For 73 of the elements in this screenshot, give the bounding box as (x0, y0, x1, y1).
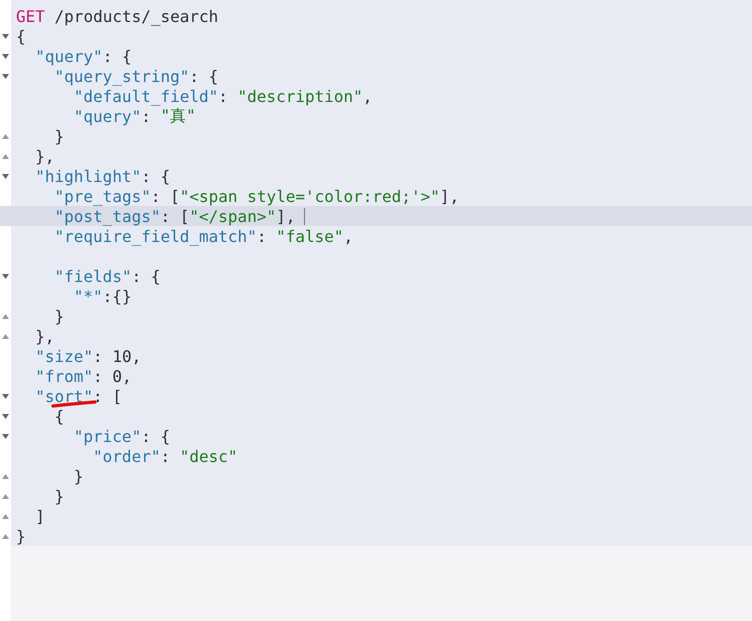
json-punctuation: : { (141, 166, 170, 186)
json-punctuation: : (141, 106, 152, 126)
json-punctuation: { (16, 26, 26, 46)
json-punctuation: : (160, 446, 172, 466)
json-key: "pre_tags" (54, 186, 151, 206)
json-string: "description" (238, 86, 363, 106)
json-punctuation: ] (35, 506, 45, 526)
json-punctuation: : { (189, 66, 218, 86)
json-key: "highlight" (35, 166, 142, 186)
json-number: 10 (112, 346, 132, 366)
json-key: "fields" (54, 266, 132, 286)
json-punctuation: : { (132, 266, 160, 286)
fold-arrow-icon[interactable] (2, 154, 9, 158)
json-string: "</span>" (189, 206, 276, 226)
request-path: /products/_search (54, 6, 218, 26)
json-punctuation: : (93, 366, 104, 386)
json-key: "from" (35, 366, 94, 386)
json-key: "*" (74, 286, 103, 306)
json-number: 0 (112, 366, 122, 386)
json-key: "post_tags" (54, 206, 160, 226)
json-punctuation: : [ (93, 386, 122, 406)
json-punctuation: } (16, 526, 26, 546)
json-string: "<span style='color:red;'>" (180, 186, 440, 206)
fold-arrow-icon[interactable] (2, 34, 9, 38)
json-key: "default_field" (74, 86, 218, 106)
fold-arrow-icon[interactable] (2, 394, 9, 398)
fold-arrow-icon[interactable] (2, 174, 9, 178)
json-punctuation: : [ (150, 186, 180, 206)
fold-arrow-icon[interactable] (2, 414, 9, 418)
json-punctuation: , (362, 86, 372, 106)
json-punctuation: } (54, 486, 64, 506)
fold-arrow-icon[interactable] (2, 534, 9, 538)
json-key: "order" (93, 446, 160, 466)
text-cursor (304, 208, 306, 224)
fold-arrow-icon[interactable] (2, 54, 9, 58)
fold-arrow-icon[interactable] (2, 514, 9, 518)
fold-arrow-icon[interactable] (2, 474, 9, 478)
json-punctuation: } (54, 126, 64, 146)
http-method: GET (16, 6, 45, 26)
json-punctuation: , (132, 346, 142, 366)
fold-arrow-icon[interactable] (2, 434, 9, 438)
json-punctuation: } (54, 306, 64, 326)
json-punctuation: : (93, 346, 104, 366)
json-punctuation: : { (141, 426, 170, 446)
fold-arrow-icon[interactable] (2, 334, 9, 338)
json-punctuation: }, (35, 326, 55, 346)
json-key: "price" (74, 426, 142, 446)
json-punctuation: : (218, 86, 229, 106)
json-key: "size" (35, 346, 94, 366)
fold-arrow-icon[interactable] (2, 314, 9, 318)
fold-arrow-icon[interactable] (2, 494, 9, 498)
json-punctuation: : [ (160, 206, 190, 226)
json-string: "desc" (180, 446, 238, 466)
json-punctuation: : (256, 226, 268, 246)
fold-arrow-icon[interactable] (2, 74, 9, 78)
json-punctuation: , (344, 226, 354, 246)
json-punctuation: ], (276, 206, 296, 226)
json-punctuation: { (54, 406, 64, 426)
fold-arrow-icon[interactable] (2, 134, 9, 138)
json-key: "require_field_match" (54, 226, 257, 246)
json-key: "sort" (35, 386, 94, 406)
json-key: "query_string" (54, 66, 190, 86)
json-key: "query" (74, 106, 142, 126)
json-string: "真" (160, 106, 196, 126)
json-string: "false" (276, 226, 344, 246)
json-punctuation: , (122, 366, 132, 386)
json-key: "query" (35, 46, 103, 66)
json-punctuation: }, (35, 146, 55, 166)
json-punctuation: ], (440, 186, 460, 206)
json-punctuation: } (74, 466, 84, 486)
json-punctuation: :{} (102, 286, 132, 306)
json-punctuation: : { (102, 46, 132, 66)
fold-arrow-icon[interactable] (2, 274, 9, 278)
